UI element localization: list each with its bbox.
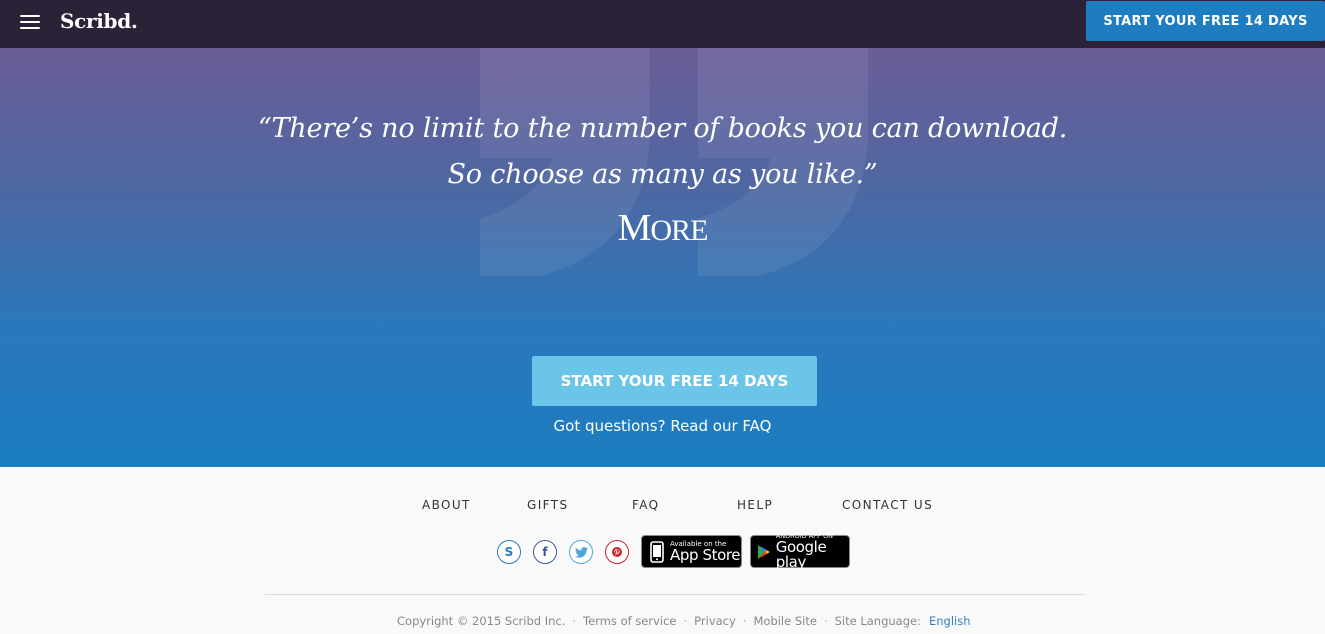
language-selector[interactable]: English: [929, 614, 971, 628]
source-logo-rest: ORE: [650, 214, 708, 247]
quote-line: So choose as many as you like.”: [447, 159, 878, 190]
mobile-site-link[interactable]: Mobile Site: [753, 614, 816, 628]
app-store-big-text: App Store: [670, 545, 741, 564]
twitter-icon[interactable]: [569, 540, 593, 564]
scribd-logo[interactable]: Scribd.: [60, 9, 138, 33]
footer-nav: ABOUT GIFTS FAQ HELP CONTACT US: [0, 498, 1325, 514]
menu-icon[interactable]: [20, 15, 40, 31]
app-store-badge[interactable]: Available on the App Store: [641, 535, 742, 568]
google-play-icon: [757, 544, 770, 559]
pinterest-icon[interactable]: [605, 540, 629, 564]
facebook-icon[interactable]: f: [533, 540, 557, 564]
copyright-row: Copyright © 2015 Scribd Inc. · Terms of se…: [397, 614, 971, 628]
more-magazine-logo: MORE: [0, 206, 1325, 250]
scribd-icon[interactable]: S: [497, 540, 521, 564]
hero-start-trial-button[interactable]: START YOUR FREE 14 DAYS: [532, 356, 817, 406]
phone-icon: [650, 540, 664, 563]
source-logo-initial: M: [617, 207, 652, 249]
hero-section: “There’s no limit to the number of books…: [0, 48, 1325, 467]
footer-divider: [265, 594, 1085, 595]
footer-link-faq[interactable]: FAQ: [632, 498, 659, 512]
copyright-text: Copyright © 2015 Scribd Inc.: [397, 614, 566, 628]
google-play-badge[interactable]: ANDROID APP ON Google play: [750, 533, 850, 571]
footer-link-about[interactable]: ABOUT: [422, 498, 471, 512]
start-free-trial-button[interactable]: START YOUR FREE 14 DAYS: [1086, 1, 1325, 41]
quote-line: “There’s no limit to the number of books…: [257, 113, 1068, 144]
google-play-big-text: Google play: [775, 537, 827, 571]
footer-link-help[interactable]: HELP: [737, 498, 773, 512]
testimonial-quote: “There’s no limit to the number of books…: [0, 106, 1325, 198]
terms-link[interactable]: Terms of service: [583, 614, 676, 628]
privacy-link[interactable]: Privacy: [694, 614, 736, 628]
top-nav: Scribd. START YOUR FREE 14 DAYS: [0, 0, 1325, 48]
language-label: Site Language:: [834, 614, 921, 628]
faq-link[interactable]: Got questions? Read our FAQ: [0, 417, 1325, 435]
footer-link-gifts[interactable]: GIFTS: [527, 498, 568, 512]
footer-link-contact[interactable]: CONTACT US: [842, 498, 933, 512]
